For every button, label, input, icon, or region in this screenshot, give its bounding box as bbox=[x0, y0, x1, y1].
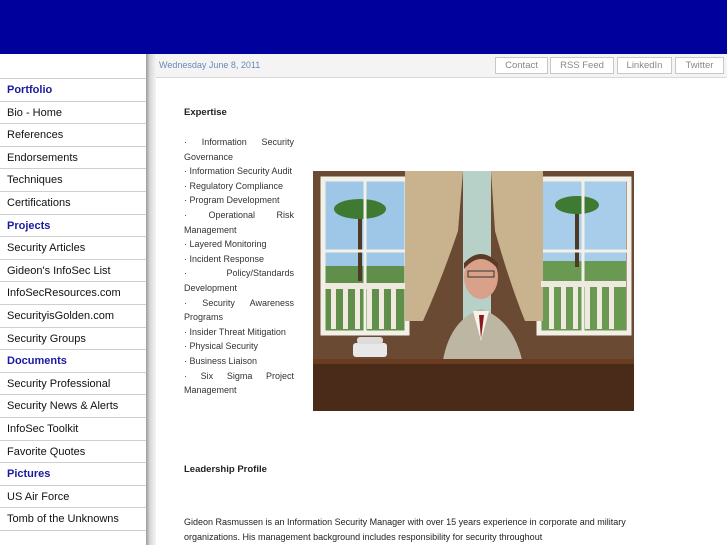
top-bar: Wednesday June 8, 2011 Contact RSS Feed … bbox=[146, 54, 727, 78]
sidebar-shadow bbox=[146, 54, 156, 545]
site-banner bbox=[0, 0, 727, 54]
linkedin-button[interactable]: LinkedIn bbox=[617, 57, 672, 74]
expertise-item: · Regulatory Compliance bbox=[184, 180, 284, 191]
expertise-item: · Program Development bbox=[184, 195, 280, 206]
sidebar-item-bio-home[interactable]: Bio - Home bbox=[0, 102, 146, 125]
expertise-item: · Layered Monitoring bbox=[184, 239, 267, 250]
sidebar-item-certifications[interactable]: Certifications bbox=[0, 192, 146, 215]
expertise-list: · Information Security Governance · Infor… bbox=[184, 135, 294, 398]
expertise-item: · Information Security Audit bbox=[184, 166, 293, 177]
expertise-item: · Insider Threat Mitigation bbox=[184, 326, 286, 337]
sidebar-item-securityisgolden-com[interactable]: SecurityisGolden.com bbox=[0, 305, 146, 328]
sidebar-section-portfolio[interactable]: Portfolio bbox=[0, 79, 146, 102]
rss-feed-button[interactable]: RSS Feed bbox=[550, 57, 614, 74]
sidebar-section-projects[interactable]: Projects bbox=[0, 215, 146, 238]
sidebar-item-infosec-toolkit[interactable]: InfoSec Toolkit bbox=[0, 418, 146, 441]
sidebar-item-gideon-s-infosec-list[interactable]: Gideon's InfoSec List bbox=[0, 260, 146, 283]
bio-paragraph: Gideon Rasmussen is an Information Secur… bbox=[184, 517, 626, 542]
sidebar-item-security-articles[interactable]: Security Articles bbox=[0, 237, 146, 260]
expertise-item: · Incident Response bbox=[184, 253, 265, 264]
current-date: Wednesday June 8, 2011 bbox=[159, 60, 261, 70]
sidebar-item-security-news-alerts[interactable]: Security News & Alerts bbox=[0, 395, 146, 418]
expertise-item: · Information Security Governance bbox=[184, 137, 294, 162]
expertise-item: · Policy/Standards Development bbox=[184, 268, 294, 293]
sidebar-item-tomb-of-the-unknowns[interactable]: Tomb of the Unknowns bbox=[0, 508, 146, 531]
sidebar-section-documents[interactable]: Documents bbox=[0, 350, 146, 373]
sidebar-section-pictures[interactable]: Pictures bbox=[0, 463, 146, 486]
twitter-button[interactable]: Twitter bbox=[675, 57, 724, 74]
expertise-item: · Six Sigma Project Management bbox=[184, 370, 294, 396]
sidebar-item-security-professional[interactable]: Security Professional bbox=[0, 373, 146, 396]
sidebar-item-favorite-quotes[interactable]: Favorite Quotes bbox=[0, 441, 146, 464]
sidebar-item-techniques[interactable]: Techniques bbox=[0, 169, 146, 192]
expertise-item: · Business Liaison bbox=[184, 355, 258, 366]
contact-button[interactable]: Contact bbox=[495, 57, 548, 74]
sidebar-item-endorsements[interactable]: Endorsements bbox=[0, 147, 146, 170]
sidebar-item-references[interactable]: References bbox=[0, 124, 146, 147]
expertise-heading: Expertise bbox=[184, 107, 227, 118]
sidebar-item-us-air-force[interactable]: US Air Force bbox=[0, 486, 146, 509]
main-content: Expertise · Information Security Governa… bbox=[156, 79, 727, 545]
expertise-item: · Physical Security bbox=[184, 341, 259, 352]
expertise-item: · Security Awareness Programs bbox=[184, 297, 294, 323]
leadership-profile-heading: Leadership Profile bbox=[184, 464, 267, 475]
sidebar-item-security-groups[interactable]: Security Groups bbox=[0, 328, 146, 351]
expertise-item: · Operational Risk Management bbox=[184, 209, 294, 235]
sidebar-item-infosecresources-com[interactable]: InfoSecResources.com bbox=[0, 282, 146, 305]
sidebar-nav: Portfolio Bio - Home References Endorsement… bbox=[0, 78, 146, 545]
profile-photo bbox=[313, 171, 634, 411]
